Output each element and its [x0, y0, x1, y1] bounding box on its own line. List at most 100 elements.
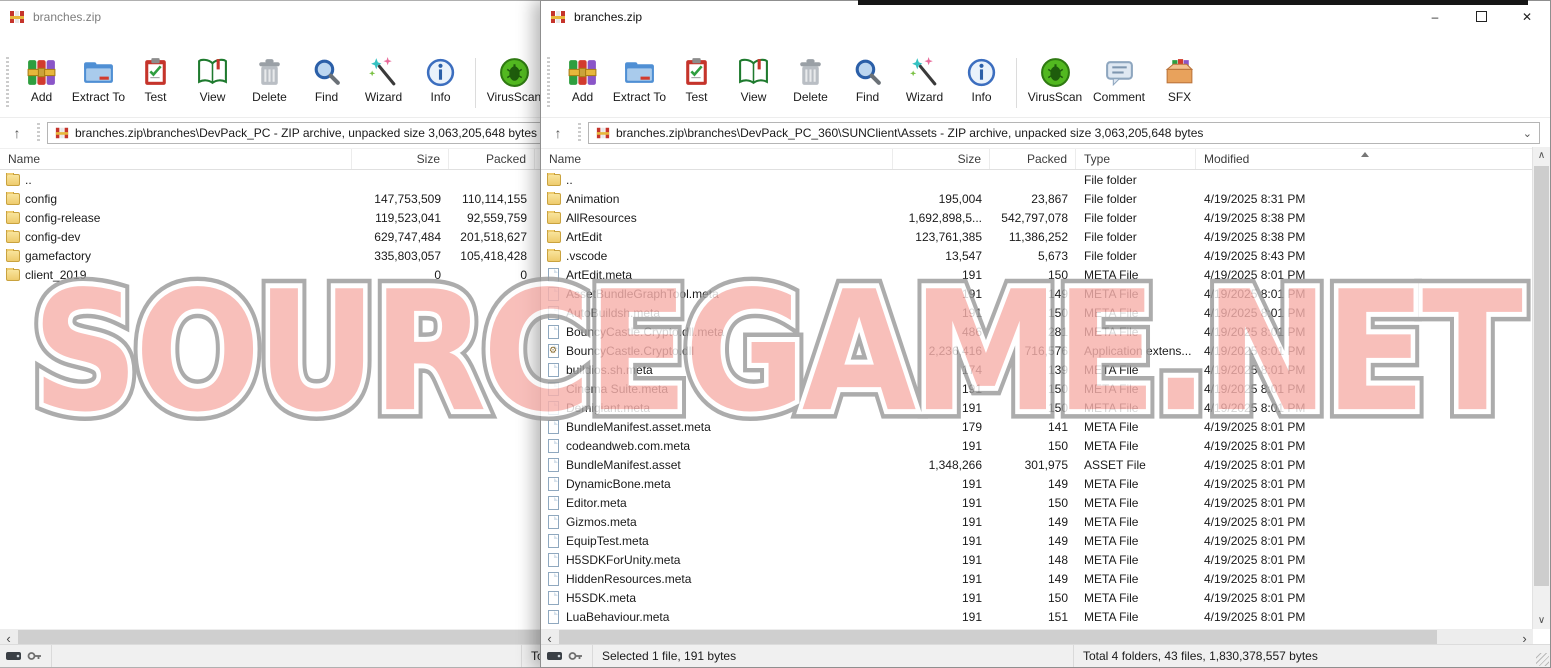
resize-grip[interactable] [1536, 653, 1549, 666]
virusscan-button[interactable]: VirusScan [482, 53, 546, 104]
find-button[interactable]: Find [298, 53, 355, 104]
minimize-button[interactable]: – [1412, 1, 1458, 32]
file-row[interactable]: Demigiant.meta 191 150 META File 4/19/20… [541, 398, 1533, 417]
file-row[interactable]: .vscode 13,547 5,673 File folder 4/19/20… [541, 246, 1533, 265]
vertical-scrollbar[interactable] [1532, 147, 1550, 629]
file-row[interactable]: H5SDK.meta 191 150 META File 4/19/2025 8… [541, 588, 1533, 607]
file-row[interactable]: Cinema Suite.meta 191 150 META File 4/19… [541, 379, 1533, 398]
info-button[interactable]: Info [953, 53, 1010, 104]
scroll-down-icon[interactable] [1533, 612, 1550, 629]
winrar-icon [9, 9, 25, 25]
column-header-type[interactable]: Type [1076, 149, 1196, 169]
column-header-size[interactable]: Size [893, 149, 990, 169]
info-button[interactable]: Info [412, 53, 469, 104]
file-type-icon [6, 250, 20, 262]
sfx-button[interactable]: SFX [1151, 53, 1208, 104]
address-dropdown-icon[interactable] [1523, 127, 1532, 140]
virusscan-button[interactable]: VirusScan [1023, 53, 1087, 104]
file-name: Animation [566, 192, 619, 206]
file-row[interactable]: BundleManifest.asset 1,348,266 301,975 A… [541, 455, 1533, 474]
file-packed: 150 [990, 496, 1076, 510]
file-row[interactable]: codeandweb.com.meta 191 150 META File 4/… [541, 436, 1533, 455]
scrollbar-thumb[interactable] [1534, 166, 1549, 586]
file-row[interactable]: Gizmos.meta 191 149 META File 4/19/2025 … [541, 512, 1533, 531]
file-row[interactable]: EquipTest.meta 191 149 META File 4/19/20… [541, 531, 1533, 550]
file-name: AllResources [566, 211, 637, 225]
file-name: Demigiant.meta [566, 401, 650, 415]
test-button[interactable]: Test [127, 53, 184, 104]
file-row[interactable]: buildios.sh.meta 174 139 META File 4/19/… [541, 360, 1533, 379]
file-type: ASSET File [1076, 458, 1196, 472]
file-name: BundleManifest.asset.meta [566, 420, 711, 434]
file-row[interactable]: BundleManifest.asset.meta 179 141 META F… [541, 417, 1533, 436]
file-modified: 4/19/2025 8:38 PM [1196, 211, 1533, 225]
toolbar-gripper [6, 57, 9, 109]
column-header-name[interactable]: Name [0, 149, 352, 169]
delete-button[interactable]: Delete [782, 53, 839, 104]
delete-trash-icon [253, 56, 286, 89]
file-size: 195,004 [893, 192, 990, 206]
file-name: .. [566, 173, 573, 187]
wizard-button[interactable]: Wizard [896, 53, 953, 104]
maximize-button[interactable] [1458, 1, 1504, 32]
file-row[interactable]: ArtEdit 123,761,385 11,386,252 File fold… [541, 227, 1533, 246]
file-row[interactable]: BouncyCastle.Crypto.dll 2,236,416 716,57… [541, 341, 1533, 360]
file-packed: 542,797,078 [990, 211, 1076, 225]
view-button[interactable]: View [184, 53, 241, 104]
test-button[interactable]: Test [668, 53, 725, 104]
wizard-wand-icon [908, 56, 941, 89]
wizard-button[interactable]: Wizard [355, 53, 412, 104]
file-row[interactable]: H5SDKForUnity.meta 191 148 META File 4/1… [541, 550, 1533, 569]
file-type-icon [548, 363, 559, 377]
file-row[interactable]: ArtEdit.meta 191 150 META File 4/19/2025… [541, 265, 1533, 284]
file-type-icon [6, 212, 20, 224]
column-header-packed[interactable]: Packed [990, 149, 1076, 169]
up-one-level-button[interactable] [4, 122, 30, 144]
delete-button[interactable]: Delete [241, 53, 298, 104]
file-row[interactable]: Animation 195,004 23,867 File folder 4/1… [541, 189, 1533, 208]
titlebar[interactable]: branches.zip – ✕ [541, 1, 1550, 32]
comment-icon [1103, 56, 1136, 89]
column-header-row: Name Size Packed Type Modified [541, 149, 1533, 170]
comment-button[interactable]: Comment [1087, 53, 1151, 104]
file-row[interactable]: BouncyCastle.Crypto.dll.meta 486 281 MET… [541, 322, 1533, 341]
sfx-box-icon [1163, 56, 1196, 89]
file-name: Cinema Suite.meta [566, 382, 668, 396]
file-size: 191 [893, 439, 990, 453]
file-type-icon [548, 306, 559, 320]
extract-to-button[interactable]: Extract To [611, 53, 668, 104]
file-modified: 4/19/2025 8:01 PM [1196, 420, 1533, 434]
close-button[interactable]: ✕ [1504, 1, 1550, 32]
file-packed: 110,114,155 [449, 192, 535, 206]
extract-to-button[interactable]: Extract To [70, 53, 127, 104]
file-row[interactable]: AssetBundleGraphTool.meta 191 149 META F… [541, 284, 1533, 303]
address-path: branches.zip\branches\DevPack_PC - ZIP a… [75, 126, 537, 140]
find-button[interactable]: Find [839, 53, 896, 104]
file-row[interactable]: .. File folder [541, 170, 1533, 189]
test-clipboard-icon [139, 56, 172, 89]
file-name: BouncyCastle.Crypto.dll [566, 344, 694, 358]
virusscan-icon [498, 56, 531, 89]
file-size: 191 [893, 496, 990, 510]
add-button[interactable]: Add [13, 53, 70, 104]
file-name: AssetBundleGraphTool.meta [566, 287, 719, 301]
up-one-level-button[interactable] [545, 122, 571, 144]
column-header-packed[interactable]: Packed [449, 149, 535, 169]
add-button[interactable]: Add [554, 53, 611, 104]
file-row[interactable]: AutoBuildsh.meta 191 150 META File 4/19/… [541, 303, 1533, 322]
extract-folder-icon [82, 56, 115, 89]
column-header-size[interactable]: Size [352, 149, 449, 169]
file-row[interactable]: DynamicBone.meta 191 149 META File 4/19/… [541, 474, 1533, 493]
file-type: META File [1076, 401, 1196, 415]
address-bar[interactable]: branches.zip\branches\DevPack_PC_360\SUN… [588, 122, 1540, 144]
file-row[interactable]: Editor.meta 191 150 META File 4/19/2025 … [541, 493, 1533, 512]
column-header-name[interactable]: Name [541, 149, 893, 169]
file-row[interactable]: AllResources 1,692,898,5... 542,797,078 … [541, 208, 1533, 227]
file-modified: 4/19/2025 8:01 PM [1196, 572, 1533, 586]
view-button[interactable]: View [725, 53, 782, 104]
file-row[interactable]: HiddenResources.meta 191 149 META File 4… [541, 569, 1533, 588]
scroll-up-icon[interactable] [1533, 147, 1550, 164]
drive-icon [547, 650, 563, 662]
toolbar-gripper [547, 57, 550, 109]
file-row[interactable]: LuaBehaviour.meta 191 151 META File 4/19… [541, 607, 1533, 626]
